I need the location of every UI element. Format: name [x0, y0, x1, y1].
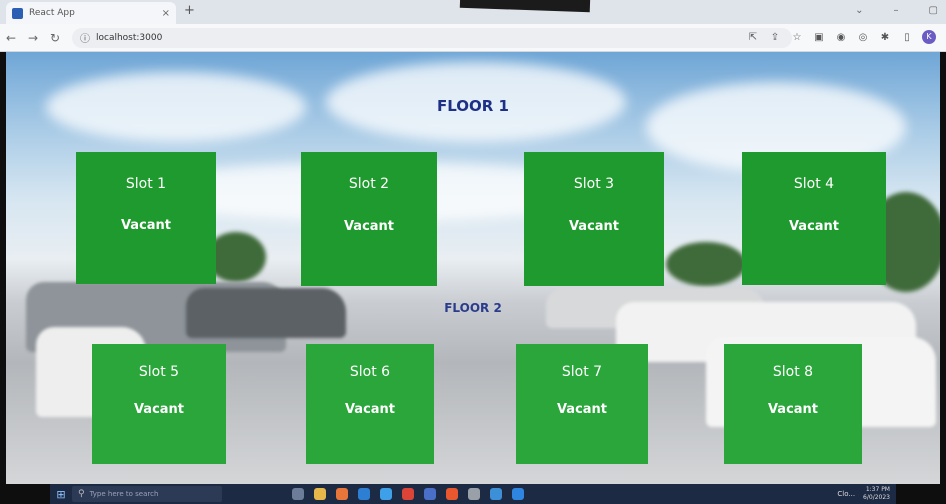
reload-icon[interactable]: ↻ [44, 31, 66, 45]
tree-shape [666, 242, 746, 286]
site-info-icon[interactable]: ⓘ [80, 30, 90, 45]
browser-tab[interactable]: React App × [6, 2, 176, 24]
weather-widget[interactable]: Clo... [837, 490, 855, 498]
search-icon: ⚲ [78, 489, 85, 499]
slot-name: Slot 8 [772, 364, 814, 380]
slot-status: Vacant [120, 218, 172, 233]
app-icon[interactable] [468, 488, 480, 500]
minimize-icon[interactable]: – [894, 5, 899, 16]
taskbar-search-box[interactable]: ⚲ Type here to search [72, 486, 222, 502]
slot-status: Vacant [344, 402, 396, 417]
slot-2-card[interactable]: Slot 2 Vacant [301, 152, 437, 286]
slot-8-card[interactable]: Slot 8 Vacant [724, 344, 862, 464]
floor-1-title: FLOOR 1 [437, 97, 509, 115]
back-arrow-icon[interactable]: ← [0, 31, 22, 45]
slot-status: Vacant [568, 219, 620, 234]
tab-strip: React App × + ⌄ – ▢ [0, 0, 946, 24]
extension-g-icon[interactable]: ◉ [834, 32, 848, 43]
vscode-icon[interactable] [512, 488, 524, 500]
slot-status: Vacant [767, 402, 819, 417]
profile-avatar[interactable]: K [922, 30, 936, 44]
browser-toolbar-icons: ⇱ ⇪ ☆ ▣ ◉ ◎ ✱ ▯ K [746, 30, 936, 44]
side-panel-icon[interactable]: ▯ [900, 32, 914, 43]
tab-close-icon[interactable]: × [162, 8, 170, 19]
clock-time: 1:37 PM [865, 486, 890, 493]
slot-name: Slot 5 [138, 364, 180, 380]
window-controls: ⌄ – ▢ [855, 5, 938, 16]
slot-name: Slot 3 [573, 176, 615, 192]
file-explorer-icon[interactable] [314, 488, 326, 500]
firefox-icon[interactable] [336, 488, 348, 500]
slot-status: Vacant [788, 219, 840, 234]
address-bar[interactable]: ⓘ localhost:3000 [72, 27, 792, 48]
chrome-icon[interactable] [402, 488, 414, 500]
floor-2-title: FLOOR 2 [444, 301, 502, 315]
slot-status: Vacant [343, 219, 395, 234]
clock-date: 6/0/2023 [863, 494, 890, 501]
slot-name: Slot 2 [348, 176, 390, 192]
screen: React App × + ⌄ – ▢ ← → ↻ ⓘ localhost:30… [0, 0, 946, 504]
share-icon[interactable]: ⇪ [768, 32, 782, 43]
task-view-icon[interactable] [292, 488, 304, 500]
edge-icon[interactable] [358, 488, 370, 500]
react-favicon-icon [12, 7, 23, 19]
tab-search-icon[interactable]: ⌄ [855, 5, 863, 16]
slot-status: Vacant [133, 402, 185, 417]
forward-arrow-icon[interactable]: → [22, 31, 44, 45]
slot-status: Vacant [556, 402, 608, 417]
maximize-icon[interactable]: ▢ [929, 5, 938, 16]
slot-7-card[interactable]: Slot 7 Vacant [516, 344, 648, 464]
app-icon[interactable] [446, 488, 458, 500]
bookmark-star-icon[interactable]: ☆ [790, 32, 804, 43]
clock[interactable]: 1:37 PM 6/0/2023 [863, 486, 890, 502]
slot-3-card[interactable]: Slot 3 Vacant [524, 152, 664, 286]
media-icon[interactable]: ▣ [812, 32, 826, 43]
windows-start-icon[interactable]: ⊞ [50, 488, 72, 501]
tape-strip [459, 0, 591, 13]
install-app-icon[interactable]: ⇱ [746, 32, 760, 43]
app-icon[interactable] [424, 488, 436, 500]
slot-4-card[interactable]: Slot 4 Vacant [742, 152, 886, 285]
slot-name: Slot 1 [125, 176, 167, 192]
new-tab-button[interactable]: + [184, 4, 195, 18]
slot-6-card[interactable]: Slot 6 Vacant [306, 344, 434, 464]
tab-title: React App [29, 8, 75, 18]
taskbar-app-icons [292, 488, 524, 500]
slot-name: Slot 4 [793, 176, 835, 192]
slot-name: Slot 6 [349, 364, 391, 380]
app-icon[interactable] [490, 488, 502, 500]
url-text: localhost:3000 [96, 32, 163, 43]
store-icon[interactable] [380, 488, 392, 500]
extension-ring-icon[interactable]: ◎ [856, 32, 870, 43]
page-viewport: FLOOR 1 Slot 1 Vacant Slot 2 Vacant Slot… [6, 52, 940, 484]
slot-1-card[interactable]: Slot 1 Vacant [76, 152, 216, 284]
extensions-puzzle-icon[interactable]: ✱ [878, 32, 892, 43]
navigation-bar: ← → ↻ ⓘ localhost:3000 ⇱ ⇪ ☆ ▣ ◉ ◎ ✱ ▯ K [0, 24, 946, 52]
search-placeholder: Type here to search [89, 490, 159, 498]
system-tray: Clo... 1:37 PM 6/0/2023 [837, 486, 890, 502]
slot-name: Slot 7 [561, 364, 603, 380]
taskbar: ⊞ ⚲ Type here to search Clo... 1:37 PM 6… [50, 484, 896, 504]
slot-5-card[interactable]: Slot 5 Vacant [92, 344, 226, 464]
